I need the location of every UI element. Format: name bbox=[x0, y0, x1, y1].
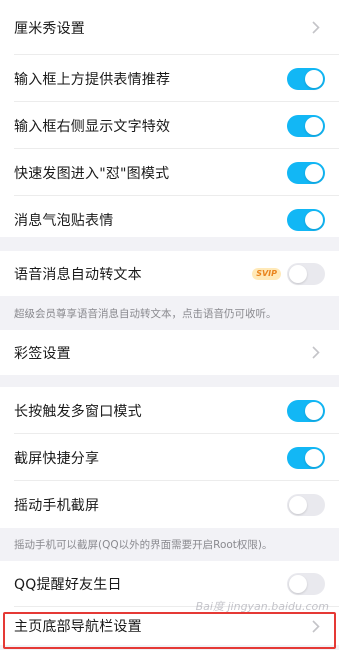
row-label: QQ提醒好友生日 bbox=[14, 577, 122, 593]
row-label: 语音消息自动转文本 bbox=[14, 266, 142, 283]
settings-group-1: 厘米秀设置 输入框上方提供表情推荐 输入框右侧显示文字特效 快速发图进入"怼"图… bbox=[0, 0, 339, 237]
row-label: 输入框上方提供表情推荐 bbox=[14, 71, 171, 88]
row-label: 彩签设置 bbox=[14, 345, 71, 362]
row-emoji-recommend[interactable]: 输入框上方提供表情推荐 bbox=[0, 55, 339, 102]
toggle-switch[interactable] bbox=[287, 446, 325, 469]
settings-group-3: 彩签设置 bbox=[0, 330, 339, 375]
toggle-switch[interactable] bbox=[287, 573, 325, 595]
row-label: 厘米秀设置 bbox=[14, 20, 85, 37]
chevron-right-icon bbox=[307, 19, 325, 37]
row-multi-window[interactable]: 长按触发多窗口模式 bbox=[0, 387, 339, 434]
toggle-switch[interactable] bbox=[287, 262, 325, 285]
settings-group-4: 长按触发多窗口模式 截屏快捷分享 摇动手机截屏 bbox=[0, 387, 339, 528]
row-label: 长按触发多窗口模式 bbox=[14, 403, 142, 420]
toggle-switch[interactable] bbox=[287, 161, 325, 184]
row-label: 输入框右侧显示文字特效 bbox=[14, 118, 171, 135]
toggle-switch[interactable] bbox=[287, 114, 325, 137]
chevron-right-icon bbox=[307, 617, 325, 635]
row-text-effects[interactable]: 输入框右侧显示文字特效 bbox=[0, 102, 339, 149]
toggle-switch[interactable] bbox=[287, 493, 325, 516]
settings-page: 厘米秀设置 输入框上方提供表情推荐 输入框右侧显示文字特效 快速发图进入"怼"图… bbox=[0, 0, 339, 650]
row-label: 快速发图进入"怼"图模式 bbox=[14, 165, 170, 182]
watermark: Bai度 jingyan.baidu.com bbox=[195, 600, 329, 613]
row-bubble-stickers[interactable]: 消息气泡贴表情 bbox=[0, 196, 339, 243]
chevron-right-icon bbox=[307, 344, 325, 362]
toggle-switch[interactable] bbox=[287, 399, 325, 422]
row-label: 主页底部导航栏设置 bbox=[14, 619, 142, 635]
toggle-switch[interactable] bbox=[287, 208, 325, 231]
row-cmshow-settings[interactable]: 厘米秀设置 bbox=[0, 0, 339, 55]
toggle-switch[interactable] bbox=[287, 67, 325, 90]
row-label: 消息气泡贴表情 bbox=[14, 212, 114, 229]
row-quick-image-mode[interactable]: 快速发图进入"怼"图模式 bbox=[0, 149, 339, 196]
row-label: 摇动手机截屏 bbox=[14, 497, 100, 514]
row-color-tags[interactable]: 彩签设置 bbox=[0, 330, 339, 375]
settings-group-2: 语音消息自动转文本 SVIP bbox=[0, 251, 339, 296]
svip-badge: SVIP bbox=[252, 267, 281, 280]
row-screenshot-share[interactable]: 截屏快捷分享 bbox=[0, 434, 339, 481]
row-shake-screenshot[interactable]: 摇动手机截屏 bbox=[0, 481, 339, 528]
shake-screenshot-note: 摇动手机可以截屏(QQ以外的界面需要开启Root权限)。 bbox=[0, 528, 339, 561]
row-label: 截屏快捷分享 bbox=[14, 450, 100, 467]
row-voice-to-text[interactable]: 语音消息自动转文本 SVIP bbox=[0, 251, 339, 296]
voice-to-text-note: 超级会员尊享语音消息自动转文本，点击语音仍可收听。 bbox=[0, 296, 339, 330]
